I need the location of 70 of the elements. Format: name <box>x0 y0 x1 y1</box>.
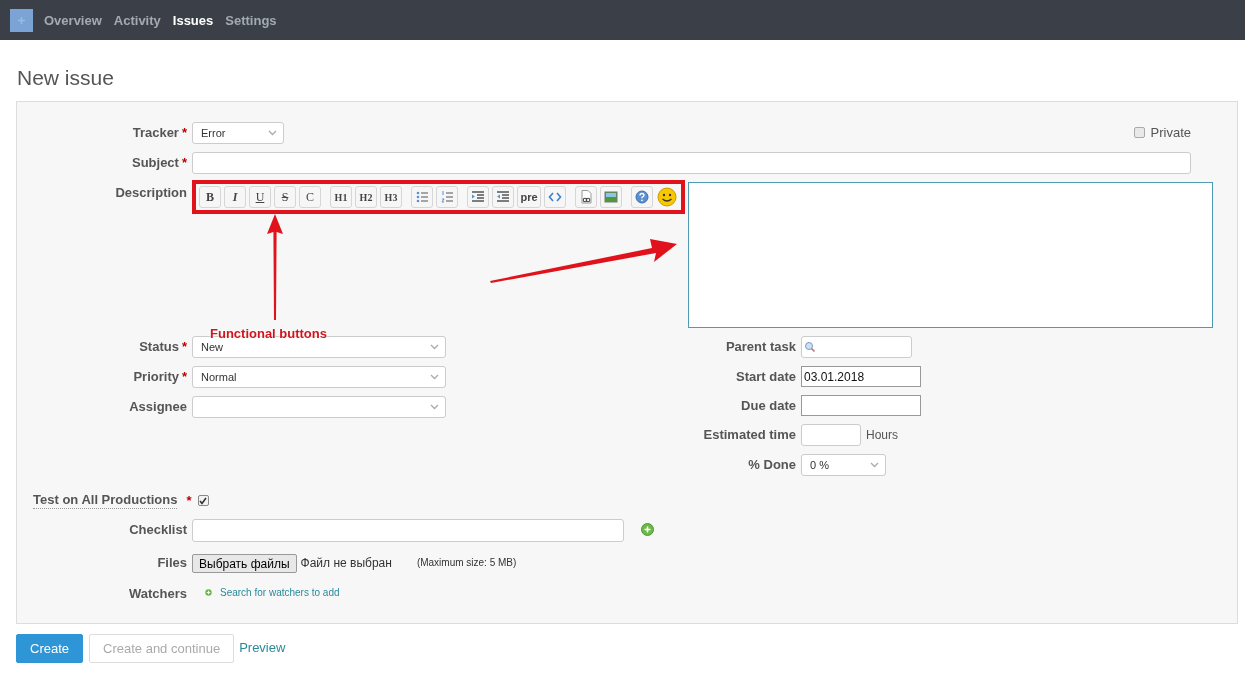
toolbar-button[interactable] <box>656 186 678 208</box>
indent-icon <box>471 190 485 204</box>
toolbar-button[interactable] <box>575 186 597 208</box>
outdent-icon <box>496 190 510 204</box>
search-watchers-link[interactable]: Search for watchers to add <box>220 587 340 598</box>
field-label: Subject * <box>130 154 187 170</box>
field-label: Status * <box>138 338 187 354</box>
field-label: Watchers <box>127 585 187 601</box>
caret-icon <box>268 130 277 136</box>
unit-label: Hours <box>866 427 898 442</box>
dropdown[interactable] <box>192 396 446 418</box>
preview-link[interactable]: Preview <box>239 639 286 655</box>
search-field[interactable] <box>801 336 912 358</box>
field-label: Test on All Productions <box>33 492 178 509</box>
tracker-dropdown[interactable]: Error <box>192 122 284 144</box>
bullet-list-icon <box>415 190 429 204</box>
nav-tab[interactable]: Overview <box>43 12 103 28</box>
toolbar-button[interactable]: U <box>249 186 271 208</box>
field-label: Priority * <box>132 368 187 384</box>
caret-icon <box>870 462 879 468</box>
field-label: Tracker * <box>131 124 187 140</box>
caret-icon <box>430 374 439 380</box>
code-icon <box>548 190 562 204</box>
choose-files-button[interactable]: Выбрать файлы <box>192 554 297 573</box>
date-field[interactable] <box>801 395 921 416</box>
nav-tab[interactable]: Issues <box>171 12 215 28</box>
field-label: Assignee <box>128 398 187 414</box>
field-label: Description <box>114 184 187 200</box>
document-link-icon <box>579 190 593 204</box>
smiley-icon <box>657 187 677 207</box>
toolbar-button[interactable]: H2 <box>355 186 377 208</box>
add-icon[interactable] <box>641 523 654 536</box>
field-label: Files <box>156 554 187 570</box>
toolbar-button[interactable]: S <box>274 186 296 208</box>
required-mark: * <box>186 493 192 508</box>
field-label: % Done <box>747 456 796 472</box>
field-label: Parent task <box>724 338 796 354</box>
add-icon <box>205 589 212 596</box>
help-icon <box>635 190 649 204</box>
checklist-field[interactable] <box>192 519 624 542</box>
date-field[interactable]: 03.01.2018 <box>801 366 921 387</box>
field-label: Start date <box>735 368 796 384</box>
dropdown[interactable]: 0 % <box>801 454 886 476</box>
numbered-list-icon <box>440 190 454 204</box>
toolbar-button[interactable]: C <box>299 186 321 208</box>
field-label: Estimated time <box>702 426 796 442</box>
nav-tab[interactable]: Settings <box>224 12 278 28</box>
logo-icon <box>10 8 33 32</box>
description-field[interactable] <box>688 182 1213 328</box>
toolbar-button[interactable]: I <box>224 186 246 208</box>
image-icon <box>604 190 618 204</box>
field-label: Checklist <box>128 521 187 537</box>
checkbox-label: Private <box>1150 125 1191 140</box>
toolbar-button[interactable]: B <box>199 186 221 208</box>
field-label: Due date <box>740 397 796 413</box>
caret-icon <box>430 344 439 350</box>
toolbar-button[interactable]: pre <box>517 186 541 208</box>
toolbar-button[interactable]: H1 <box>330 186 352 208</box>
toolbar-button[interactable]: H3 <box>380 186 402 208</box>
page-title: New issue <box>17 66 115 91</box>
caret-icon <box>430 404 439 410</box>
nav-tab[interactable]: Activity <box>112 12 162 28</box>
checkbox[interactable] <box>1133 127 1145 138</box>
file-status: Файл не выбран <box>300 555 392 570</box>
size-note: (Maximum size: 5 MB) <box>416 556 517 568</box>
subject-field[interactable] <box>192 152 1191 174</box>
time-field[interactable] <box>801 424 861 446</box>
dropdown[interactable]: Normal <box>192 366 446 388</box>
search-icon <box>804 341 816 353</box>
checkbox[interactable] <box>197 495 209 506</box>
